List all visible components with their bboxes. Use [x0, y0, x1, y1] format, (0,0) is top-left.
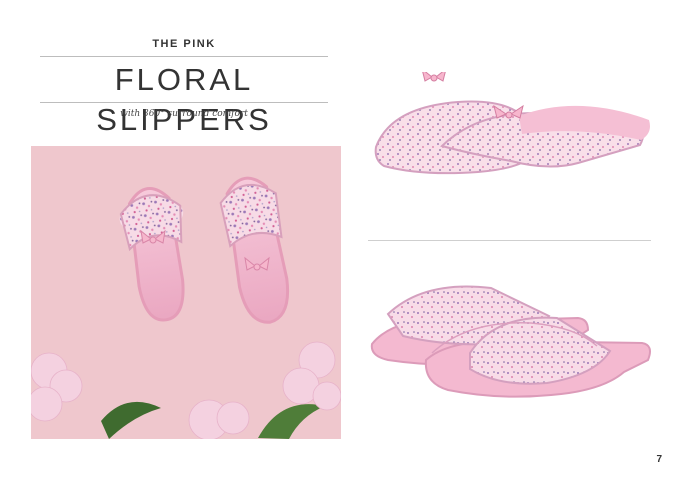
- page-number: 7: [656, 454, 662, 465]
- lifestyle-photo-illustration: [31, 146, 341, 439]
- title-rule-bottom: [40, 102, 328, 103]
- product-image-mules: [366, 72, 656, 212]
- section-divider: [368, 240, 651, 241]
- product-image-cross-strap: [366, 280, 656, 420]
- mules-illustration: [374, 72, 650, 175]
- cross-strap-illustration: [370, 285, 651, 398]
- lifestyle-photo: [31, 146, 341, 439]
- page-subtitle: with 360° surround comfort: [120, 109, 248, 119]
- page-title: FLORAL SLIPPERS: [96, 62, 272, 137]
- title-rule-top: [40, 56, 328, 57]
- catalog-page: THE PINK FLORAL SLIPPERS with 360° surro…: [0, 0, 680, 481]
- eyebrow-text: THE PINK: [152, 38, 216, 50]
